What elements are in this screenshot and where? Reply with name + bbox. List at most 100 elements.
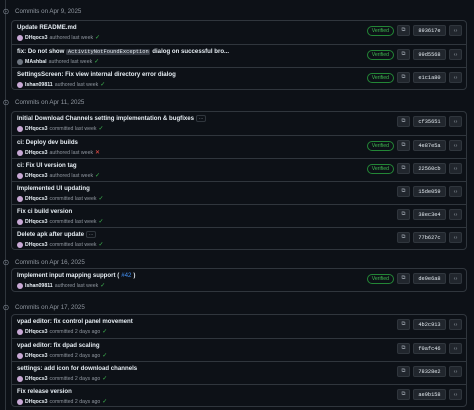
commit-message-text[interactable]: ci: Deploy dev builds [17,139,78,146]
code-browse-icon[interactable]: ‹› [449,140,462,151]
commit-message-text[interactable]: Implemented UI updating [17,185,90,192]
copy-icon[interactable]: ⧉ [397,163,410,174]
check-icon[interactable]: ✓ [102,352,107,359]
verified-badge[interactable]: Verified [366,49,394,60]
copy-icon[interactable]: ⧉ [397,209,410,220]
copy-icon[interactable]: ⧉ [397,366,410,377]
commit-message[interactable]: vpad editor: fix control panel movement [17,318,133,325]
commit-message-text[interactable]: Implement input mapping support ( [17,272,119,279]
check-icon[interactable]: ✓ [95,172,100,179]
commit-message[interactable]: Initial Download Channels setting implem… [17,115,207,122]
author-name[interactable]: DHqocs3 [25,173,48,179]
verified-badge[interactable]: Verified [366,25,394,36]
author-name[interactable]: Ishan09811 [25,82,53,88]
verified-badge[interactable]: Verified [366,140,394,151]
commit-message-text[interactable]: fix: Do not show [17,48,64,55]
check-icon[interactable]: ✓ [95,34,100,41]
author-name[interactable]: DHqocs3 [25,219,48,225]
commit-message-text[interactable]: ci: Fix UI version tag [17,162,77,169]
commit-message[interactable]: Implement input mapping support (#42) [17,272,135,279]
avatar[interactable] [17,81,23,88]
code-browse-icon[interactable]: ‹› [449,319,462,330]
commit-sha-button[interactable]: e1c1a80 [413,72,446,83]
commit-sha-button[interactable]: de9e6a8 [413,273,446,284]
commit-sha-button[interactable]: 99d5568 [413,49,446,60]
avatar[interactable] [17,282,23,289]
code-browse-icon[interactable]: ‹› [449,273,462,284]
code-browse-icon[interactable]: ‹› [449,163,462,174]
check-icon[interactable]: ✓ [99,125,104,132]
commit-message[interactable]: SettingsScreen: Fix view internal direct… [17,71,176,78]
commit-message-text[interactable]: vpad editor: fix dpad scaling [17,342,100,349]
verified-badge[interactable]: Verified [366,163,394,174]
avatar[interactable] [17,352,23,359]
copy-icon[interactable]: ⧉ [397,273,410,284]
check-icon[interactable]: ✓ [94,58,99,65]
commit-message[interactable]: Update README.md [17,24,77,31]
commit-message-text[interactable]: Fix ci build version [17,208,72,215]
commit-sha-button[interactable]: 4e87e5a [413,140,446,151]
avatar[interactable] [17,328,23,335]
commit-message-text[interactable]: SettingsScreen: Fix view internal direct… [17,71,176,78]
commit-message-text[interactable]: Delete apk after update [17,231,84,238]
commit-message[interactable]: Fix ci build version [17,208,72,215]
code-browse-icon[interactable]: ‹› [449,366,462,377]
author-name[interactable]: Ishan09811 [25,283,53,289]
pr-link[interactable]: #42 [121,272,131,279]
commit-message[interactable]: Implemented UI updating [17,185,90,192]
commit-message[interactable]: settings: add icon for download channels [17,365,137,372]
copy-icon[interactable]: ⧉ [397,72,410,83]
code-browse-icon[interactable]: ‹› [449,72,462,83]
code-browse-icon[interactable]: ‹› [449,186,462,197]
author-name[interactable]: DHqocs3 [25,242,48,248]
commit-message[interactable]: Fix release version [17,388,72,395]
commit-message-text[interactable]: settings: add icon for download channels [17,365,137,372]
check-icon[interactable]: ✓ [102,328,107,335]
author-name[interactable]: DHqocs3 [25,35,48,41]
commit-message-text[interactable]: ) [133,272,135,279]
code-browse-icon[interactable]: ‹› [449,232,462,243]
verified-badge[interactable]: Verified [366,273,394,284]
commit-message[interactable]: ci: Deploy dev builds [17,139,78,146]
code-browse-icon[interactable]: ‹› [449,389,462,400]
author-name[interactable]: DHqocs3 [25,329,48,335]
avatar[interactable] [17,398,23,405]
commit-sha-button[interactable]: 77b627c [413,232,446,243]
commit-sha-button[interactable]: 4b2c913 [413,319,446,330]
check-icon[interactable]: ✓ [99,218,104,225]
check-icon[interactable]: ✓ [99,241,104,248]
avatar[interactable] [17,58,23,65]
author-name[interactable]: DHqocs3 [25,196,48,202]
copy-icon[interactable]: ⧉ [397,319,410,330]
author-name[interactable]: DHqocs3 [25,126,48,132]
check-icon[interactable]: ✓ [102,398,107,405]
commit-sha-button[interactable]: 22560cb [413,163,446,174]
commit-message[interactable]: vpad editor: fix dpad scaling [17,342,100,349]
avatar[interactable] [17,195,23,202]
avatar[interactable] [17,149,23,156]
commit-sha-button[interactable]: ae9b158 [413,389,446,400]
avatar[interactable] [17,375,23,382]
x-icon[interactable]: ✕ [95,149,100,156]
commit-sha-button[interactable]: 893617e [413,25,446,36]
code-browse-icon[interactable]: ‹› [449,209,462,220]
copy-icon[interactable]: ⧉ [397,140,410,151]
author-name[interactable]: DHqocs3 [25,150,48,156]
avatar[interactable] [17,172,23,179]
commit-message[interactable]: ci: Fix UI version tag [17,162,77,169]
expand-description-button[interactable]: … [86,231,97,238]
check-icon[interactable]: ✓ [99,195,104,202]
avatar[interactable] [17,125,23,132]
commit-message[interactable]: Delete apk after update… [17,231,97,238]
commit-message-text[interactable]: Initial Download Channels setting implem… [17,115,194,122]
avatar[interactable] [17,218,23,225]
copy-icon[interactable]: ⧉ [397,116,410,127]
commit-message-text[interactable]: Fix release version [17,388,72,395]
copy-icon[interactable]: ⧉ [397,343,410,354]
author-name[interactable]: DHqocs3 [25,376,48,382]
check-icon[interactable]: ✓ [100,282,105,289]
copy-icon[interactable]: ⧉ [397,186,410,197]
copy-icon[interactable]: ⧉ [397,49,410,60]
commit-sha-button[interactable]: 15de059 [413,186,446,197]
avatar[interactable] [17,34,23,41]
